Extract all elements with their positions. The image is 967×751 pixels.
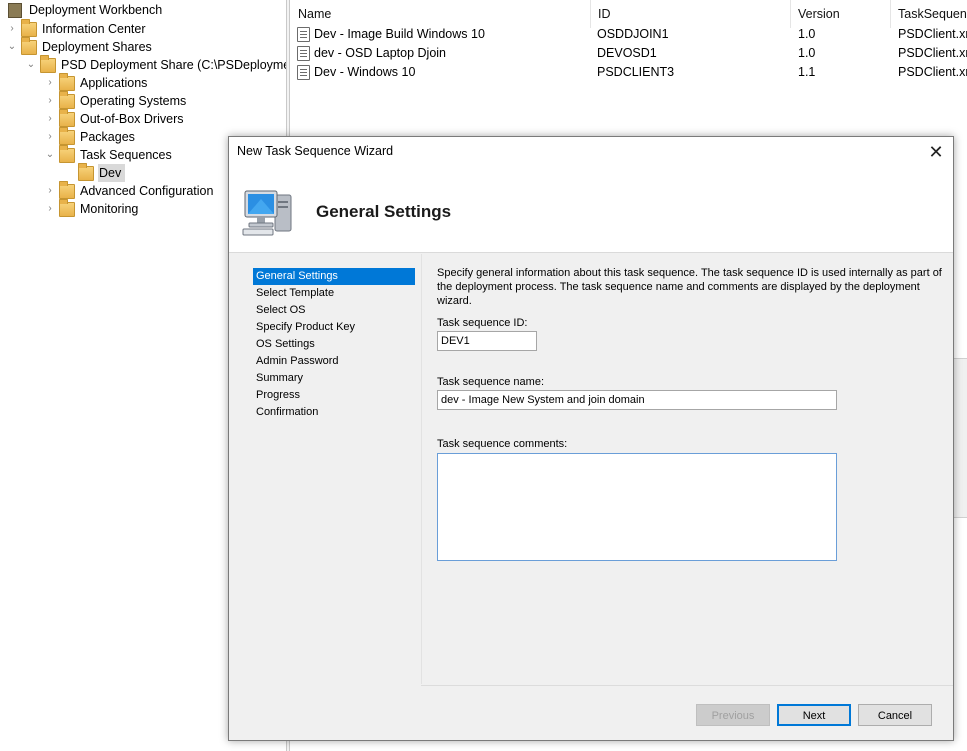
- tree-item-deployment-shares[interactable]: ⌄ Deployment Shares: [6, 36, 156, 56]
- cell-template: PSDClient.xml: [898, 65, 967, 79]
- tree-item-information-center[interactable]: › Information Center: [6, 18, 150, 38]
- tree-item-dev[interactable]: Dev: [78, 162, 126, 182]
- tree-item-out-of-box-drivers[interactable]: › Out-of-Box Drivers: [44, 108, 188, 128]
- folder-icon: [21, 36, 37, 55]
- tree-item-label: Information Center: [42, 22, 146, 36]
- chevron-down-icon[interactable]: ⌄: [44, 146, 56, 164]
- actions-pane-edge: [953, 358, 967, 518]
- cell-template: PSDClient.xml: [898, 46, 967, 60]
- cell-id: PSDCLIENT3: [597, 65, 675, 79]
- cell-id: DEVOSD1: [597, 46, 657, 60]
- task-sequence-comments-label: Task sequence comments:: [437, 438, 568, 450]
- close-icon[interactable]: ✕: [919, 137, 953, 167]
- cell-version: 1.1: [798, 65, 816, 79]
- task-sequence-id-input[interactable]: [437, 331, 537, 351]
- tree-item-label: Task Sequences: [80, 148, 172, 162]
- table-row[interactable]: Dev - Image Build Windows 10 OSDDJOIN1 1…: [291, 25, 967, 44]
- task-sequence-name-input[interactable]: [437, 390, 837, 410]
- step-confirmation[interactable]: Confirmation: [253, 404, 415, 421]
- table-row[interactable]: Dev - Windows 10 PSDCLIENT3 1.1 PSDClien…: [291, 63, 967, 82]
- workbench-icon: [8, 2, 22, 18]
- tree-item-label: Deployment Shares: [42, 40, 152, 54]
- cell-name: Dev - Windows 10: [314, 65, 416, 79]
- previous-button[interactable]: Previous: [696, 704, 770, 726]
- column-header-name[interactable]: Name: [291, 0, 591, 28]
- step-specify-product-key[interactable]: Specify Product Key: [253, 319, 415, 336]
- tree-root-label: Deployment Workbench: [29, 3, 163, 17]
- chevron-right-icon[interactable]: ›: [44, 74, 56, 92]
- tree-item-label: Applications: [80, 76, 148, 90]
- chevron-down-icon[interactable]: ⌄: [6, 38, 18, 56]
- cell-name: Dev - Image Build Windows 10: [314, 27, 485, 41]
- dialog-title-bar[interactable]: New Task Sequence Wizard ✕: [229, 137, 953, 167]
- task-sequence-id-label: Task sequence ID:: [437, 317, 528, 329]
- tree-item-label: PSD Deployment Share (C:\PSDeployment): [61, 58, 286, 72]
- step-admin-password[interactable]: Admin Password: [253, 353, 415, 370]
- cell-template: PSDClient.xml: [898, 27, 967, 41]
- column-header-tasksequence[interactable]: TaskSequence: [891, 0, 967, 28]
- dialog-title: New Task Sequence Wizard: [237, 144, 394, 158]
- tree-item-label: Operating Systems: [80, 94, 187, 108]
- wizard-content: Specify general information about this t…: [421, 254, 953, 684]
- tree-item-label: Advanced Configuration: [80, 184, 214, 198]
- tree-item-task-sequences[interactable]: ⌄ Task Sequences: [44, 144, 176, 164]
- next-button[interactable]: Next: [777, 704, 851, 726]
- wizard-steps: General Settings Select Template Select …: [253, 268, 415, 421]
- tree-item-applications[interactable]: › Applications: [44, 72, 151, 92]
- wizard-header: General Settings: [229, 167, 953, 253]
- cell-version: 1.0: [798, 46, 816, 60]
- tree-item-advanced-configuration[interactable]: › Advanced Configuration: [44, 180, 217, 200]
- chevron-right-icon[interactable]: ›: [44, 92, 56, 110]
- chevron-right-icon[interactable]: ›: [44, 200, 56, 218]
- tree-item-label: Monitoring: [80, 202, 139, 216]
- chevron-right-icon[interactable]: ›: [44, 128, 56, 146]
- table-row[interactable]: dev - OSD Laptop Djoin DEVOSD1 1.0 PSDCl…: [291, 44, 967, 63]
- wizard-footer: Previous Next Cancel: [421, 685, 953, 740]
- cancel-button[interactable]: Cancel: [858, 704, 932, 726]
- step-summary[interactable]: Summary: [253, 370, 415, 387]
- cell-version: 1.0: [798, 27, 816, 41]
- chevron-down-icon[interactable]: ⌄: [25, 56, 37, 74]
- task-sequence-icon: [297, 27, 310, 42]
- folder-icon: [59, 180, 75, 199]
- step-general-settings[interactable]: General Settings: [253, 268, 415, 285]
- step-description: Specify general information about this t…: [437, 267, 942, 307]
- task-sequences-icon: [59, 144, 75, 163]
- drivers-icon: [59, 108, 75, 127]
- step-select-os[interactable]: Select OS: [253, 302, 415, 319]
- task-sequence-icon: [297, 65, 310, 80]
- task-sequence-icon: [297, 46, 310, 61]
- task-sequence-name-label: Task sequence name:: [437, 376, 545, 388]
- step-progress[interactable]: Progress: [253, 387, 415, 404]
- tree-item-label: Dev: [98, 164, 126, 182]
- cell-id: OSDDJOIN1: [597, 27, 669, 41]
- packages-icon: [59, 126, 75, 145]
- chevron-right-icon[interactable]: ›: [6, 20, 18, 38]
- cell-name: dev - OSD Laptop Djoin: [314, 46, 447, 60]
- tree-item-operating-systems[interactable]: › Operating Systems: [44, 90, 190, 110]
- task-sequence-comments-textarea[interactable]: [437, 453, 837, 561]
- applications-icon: [59, 72, 75, 91]
- column-header-id[interactable]: ID: [591, 0, 791, 28]
- step-os-settings[interactable]: OS Settings: [253, 336, 415, 353]
- tree-item-packages[interactable]: › Packages: [44, 126, 139, 146]
- chevron-right-icon[interactable]: ›: [44, 182, 56, 200]
- tree-item-label: Out-of-Box Drivers: [80, 112, 184, 126]
- chevron-right-icon[interactable]: ›: [44, 110, 56, 128]
- folder-icon: [78, 162, 94, 181]
- column-header-version[interactable]: Version: [791, 0, 891, 28]
- wizard-heading: General Settings: [316, 202, 452, 221]
- computer-icon: [242, 190, 292, 236]
- tree-root[interactable]: Deployment Workbench: [4, 1, 166, 19]
- new-task-sequence-wizard: New Task Sequence Wizard ✕ General Setti…: [228, 136, 954, 741]
- step-select-template[interactable]: Select Template: [253, 285, 415, 302]
- tree-item-monitoring[interactable]: › Monitoring: [44, 198, 142, 218]
- tree-item-psd-deployment-share[interactable]: ⌄ PSD Deployment Share (C:\PSDeployment): [25, 54, 286, 74]
- tree-item-label: Packages: [80, 130, 135, 144]
- deployment-share-icon: [40, 54, 56, 73]
- monitoring-icon: [59, 198, 75, 217]
- operating-systems-icon: [59, 90, 75, 109]
- info-center-icon: [21, 18, 37, 37]
